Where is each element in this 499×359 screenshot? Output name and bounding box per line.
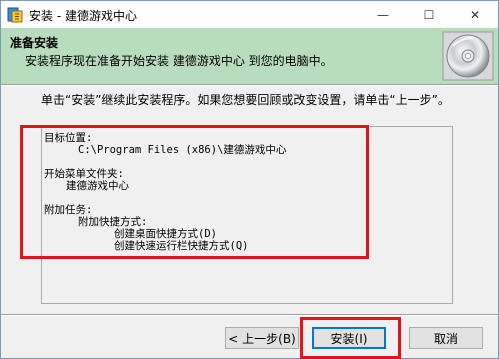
back-button[interactable]: < 上一步(B) <box>225 327 299 349</box>
minimize-button[interactable]: — <box>360 1 406 28</box>
intro-text: 单击“安装”继续此安装程序。如果您想要回顾或改变设置，请单击“上一步”。 <box>41 93 450 107</box>
page-description: 安装程序现在准备开始安装 建德游戏中心 到您的电脑中。 <box>25 54 333 68</box>
start-menu-label: 开始菜单文件夹: <box>44 168 124 180</box>
title-bar: 安装 - 建德游戏中心 — ☐ ✕ <box>1 1 498 28</box>
destination-value: C:\Program Files (x86)\建德游戏中心 <box>78 144 287 156</box>
footer-divider <box>1 314 498 316</box>
installer-icon <box>7 7 23 23</box>
destination-label: 目标位置: <box>44 132 93 144</box>
cancel-button[interactable]: 取消 <box>409 327 483 349</box>
installer-window: 安装 - 建德游戏中心 — ☐ ✕ 准备安装 安装程序现在准备开始安装 建德游戏… <box>0 0 499 359</box>
close-button[interactable]: ✕ <box>452 1 498 28</box>
cd-disc-icon <box>441 28 495 84</box>
start-menu-value: 建德游戏中心 <box>66 180 129 192</box>
install-button[interactable]: 安装(I) <box>312 327 386 349</box>
tasks-label: 附加任务: <box>44 204 93 216</box>
task-desktop-shortcut: 创建桌面快捷方式(D) <box>114 228 217 240</box>
shortcuts-label: 附加快捷方式: <box>78 216 148 228</box>
settings-summary-memo[interactable]: 目标位置: C:\Program Files (x86)\建德游戏中心 开始菜单… <box>41 126 453 304</box>
maximize-button[interactable]: ☐ <box>406 1 452 28</box>
window-title: 安装 - 建德游戏中心 <box>29 9 137 23</box>
page-title: 准备安装 <box>10 36 59 50</box>
wizard-header: 准备安装 安装程序现在准备开始安装 建德游戏中心 到您的电脑中。 <box>1 28 498 84</box>
task-quicklaunch-shortcut: 创建快速运行栏快捷方式(Q) <box>114 240 249 252</box>
header-divider <box>1 84 498 86</box>
